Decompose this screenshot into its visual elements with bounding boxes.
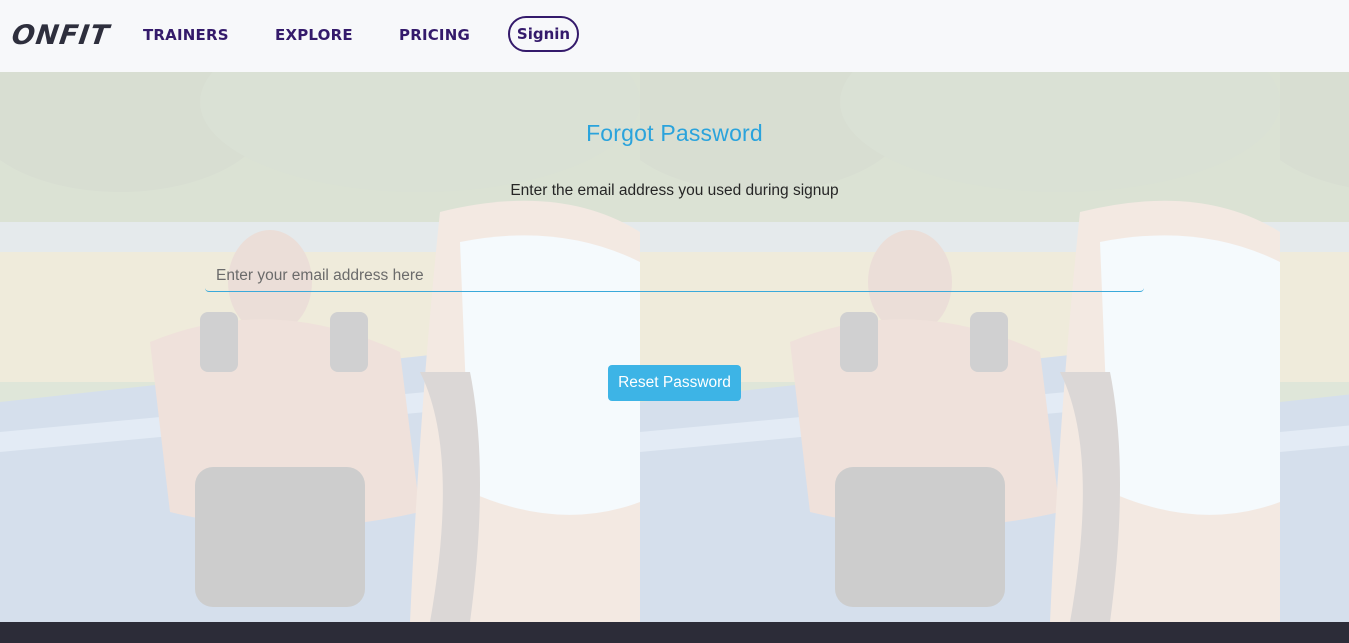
nav-link-trainers[interactable]: TRAINERS: [143, 26, 229, 44]
footer: [0, 622, 1349, 643]
reset-password-button[interactable]: Reset Password: [608, 365, 741, 401]
nav-link-explore[interactable]: EXPLORE: [275, 26, 353, 44]
form-instructions: Enter the email address you used during …: [510, 182, 839, 199]
page-title: Forgot Password: [586, 120, 763, 146]
onfit-logo[interactable]: ONFIT: [10, 20, 112, 51]
signin-button[interactable]: Signin: [508, 16, 579, 52]
nav-link-pricing[interactable]: PRICING: [399, 26, 470, 44]
email-field[interactable]: [205, 260, 1144, 292]
navbar: ONFIT TRAINERS EXPLORE PRICING Signin: [0, 0, 1349, 72]
forgot-password-form: Forgot Password Enter the email address …: [0, 72, 1349, 622]
